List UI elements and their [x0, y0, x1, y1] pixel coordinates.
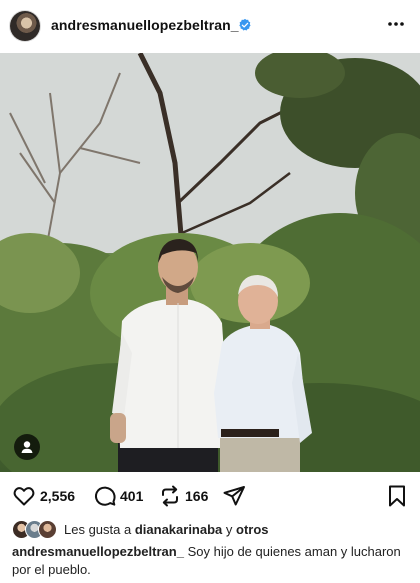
comments-count[interactable]: 401 [120, 488, 143, 504]
likes-text: Les gusta a dianakarinaba y otros [64, 522, 269, 537]
reposts-count[interactable]: 166 [185, 488, 208, 504]
repost-icon[interactable] [158, 484, 182, 508]
likes-summary: Les gusta a dianakarinaba y otros [12, 519, 412, 541]
likes-others-link[interactable]: otros [236, 522, 269, 537]
tag-people-button[interactable] [14, 434, 40, 460]
profile-avatar[interactable] [10, 11, 40, 41]
tag-people-icon [21, 441, 33, 453]
post-photo[interactable] [0, 53, 420, 472]
post-header: andresmanuellopezbeltran_ [0, 0, 420, 53]
caption-username[interactable]: andresmanuellopezbeltran_ [12, 544, 184, 559]
action-bar: 2,556 401 166 [0, 480, 420, 512]
post-caption: andresmanuellopezbeltran_ Soy hijo de qu… [12, 543, 408, 579]
save-bookmark-icon[interactable] [386, 484, 408, 508]
liker-username[interactable]: dianakarinaba [135, 522, 222, 537]
likes-prefix: Les gusta a [64, 522, 132, 537]
like-heart-icon[interactable] [12, 484, 36, 508]
likes-count[interactable]: 2,556 [40, 488, 75, 504]
post-username[interactable]: andresmanuellopezbeltran_ [51, 17, 239, 33]
verified-badge-icon [239, 18, 251, 31]
comment-icon[interactable] [93, 484, 117, 508]
share-send-icon[interactable] [222, 484, 246, 508]
more-options-icon[interactable] [386, 14, 406, 34]
likes-connector: y [225, 522, 233, 537]
photo-scene [0, 53, 420, 472]
liker-avatar[interactable] [38, 520, 57, 539]
